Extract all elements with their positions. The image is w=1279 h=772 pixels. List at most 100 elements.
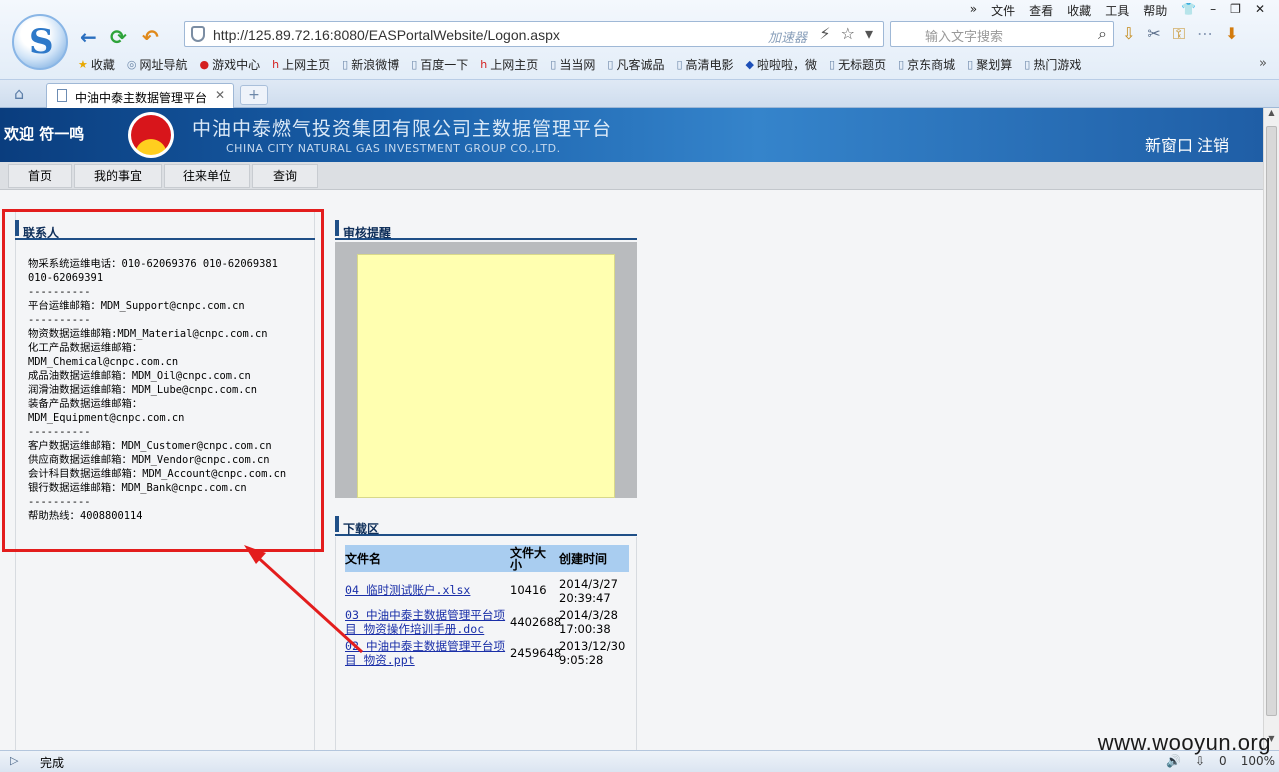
restore-icon[interactable]: ❐: [1230, 2, 1241, 19]
key-icon[interactable]: ⚿: [1173, 24, 1185, 44]
nav-query[interactable]: 查询: [252, 164, 318, 188]
menu-more-icon[interactable]: »: [970, 2, 977, 19]
column-header: 文件大小: [510, 546, 547, 572]
file-date: 2013/12/30 9:05:28: [559, 639, 626, 667]
review-content: [357, 254, 615, 498]
globe-icon: ◎: [126, 58, 137, 71]
review-panel: [335, 242, 637, 498]
file-link[interactable]: 02 中油中泰主数据管理平台项目 物资.ppt: [345, 639, 511, 667]
file-link[interactable]: 03 中油中泰主数据管理平台项目 物资操作培训手册.doc: [345, 608, 511, 636]
game-icon: ●: [199, 58, 210, 71]
browser-toolbar: » 文件 查看 收藏 工具 帮助 👕 – ❐ ✕ ← ⟳ ↶ http://12…: [0, 0, 1279, 80]
contact-line: ----------: [28, 314, 91, 326]
menu-favorites[interactable]: 收藏: [1067, 2, 1091, 19]
file-size: 2459648: [510, 646, 562, 660]
vertical-scrollbar[interactable]: ▲ ▼: [1263, 108, 1279, 750]
welcome-text: 欢迎 符一鸣: [4, 125, 85, 143]
contact-line: 010-62069391: [28, 272, 104, 284]
play-icon[interactable]: ▷: [10, 754, 18, 767]
menu-view[interactable]: 查看: [1029, 2, 1053, 19]
ellipsis-icon[interactable]: ⋯: [1197, 24, 1213, 44]
shield-icon: [191, 26, 205, 42]
shirt-icon[interactable]: 👕: [1181, 2, 1196, 19]
status-text: 完成: [40, 756, 65, 770]
page-icon: ▯: [342, 58, 349, 71]
watermark-text: www.wooyun.org: [1097, 730, 1271, 755]
new-tab-button[interactable]: +: [240, 85, 268, 105]
logout-link[interactable]: 注销: [1197, 132, 1229, 156]
nav-home[interactable]: 首页: [8, 164, 72, 188]
contact-line: 平台运维邮箱：MDM_Support@cnpc.com.cn: [28, 300, 245, 312]
menu-file[interactable]: 文件: [991, 2, 1015, 19]
minimize-icon[interactable]: –: [1210, 2, 1216, 19]
contact-line: 物资数据运维邮箱:MDM_Material@cnpc.com.cn: [28, 328, 268, 340]
fav-item[interactable]: ★ 收藏: [78, 56, 115, 73]
refresh-icon[interactable]: ⟳: [110, 25, 127, 49]
browser-logo-icon[interactable]: [12, 14, 68, 70]
file-date: 2014/3/28 17:00:38: [559, 608, 618, 636]
zoom-level[interactable]: 100%: [1241, 754, 1275, 768]
menu-bar: » 文件 查看 收藏 工具 帮助 👕 – ❐ ✕: [970, 2, 1265, 19]
page-icon: ▯: [898, 58, 905, 71]
page-icon: ▯: [676, 58, 683, 71]
fav-item[interactable]: ▯ 高清电影: [676, 56, 733, 73]
page-icon: ▯: [607, 58, 614, 71]
fav-item[interactable]: h 上网主页: [272, 56, 330, 73]
fav-item[interactable]: ▯ 当当网: [550, 56, 595, 73]
fav-item[interactable]: ▯ 无标题页: [829, 56, 886, 73]
scroll-thumb[interactable]: [1266, 126, 1277, 716]
home-icon[interactable]: ⌂: [14, 84, 24, 103]
fav-item[interactable]: ▯ 凡客诚品: [607, 56, 664, 73]
table-row: 03 中油中泰主数据管理平台项目 物资操作培训手册.doc 4402688 20…: [345, 608, 635, 638]
scissors-icon[interactable]: ✂: [1147, 24, 1160, 44]
star-icon[interactable]: ☆: [841, 24, 855, 43]
search-input[interactable]: 输入文字搜索 ⌕: [890, 21, 1114, 47]
fav-item[interactable]: ◆ 啦啦啦，微: [746, 56, 817, 73]
lightning-icon[interactable]: ⚡: [819, 24, 830, 43]
fav-item[interactable]: ▯ 百度一下: [411, 56, 468, 73]
address-url[interactable]: http://125.89.72.16:8080/EASPortalWebsit…: [213, 27, 560, 43]
fav-item[interactable]: ▯ 京东商城: [898, 56, 955, 73]
back-icon[interactable]: ←: [80, 25, 97, 49]
nav-my-tasks[interactable]: 我的事宜: [74, 164, 162, 188]
dropdown-arrow-icon[interactable]: ▾: [865, 24, 873, 43]
close-window-icon[interactable]: ✕: [1255, 2, 1265, 19]
contact-line: 装备产品数据运维邮箱：: [28, 398, 143, 410]
fav-item[interactable]: ● 游戏中心: [200, 56, 261, 73]
favorites-more-icon[interactable]: »: [1259, 56, 1267, 71]
scroll-up-icon[interactable]: ▲: [1264, 108, 1279, 124]
menu-tools[interactable]: 工具: [1105, 2, 1129, 19]
nav-partners[interactable]: 往来单位: [164, 164, 250, 188]
address-bar[interactable]: http://125.89.72.16:8080/EASPortalWebsit…: [184, 21, 884, 47]
downloads-table-header: 文件名 文件大小 创建时间: [345, 545, 629, 572]
review-heading: 审核提醒: [335, 220, 637, 240]
header-banner: 欢迎 符一鸣 中油中泰燃气投资集团有限公司主数据管理平台 CHINA CITY …: [0, 108, 1263, 162]
file-link[interactable]: 04 临时测试账户.xlsx: [345, 583, 511, 597]
page-icon: ▯: [411, 58, 418, 71]
fav-item[interactable]: ▯ 热门游戏: [1024, 56, 1081, 73]
download-box-icon[interactable]: ⇩: [1122, 24, 1135, 44]
undo-icon[interactable]: ↶: [142, 25, 159, 49]
fav-item[interactable]: ◎ 网址导航: [127, 56, 188, 73]
contact-line: MDM_Chemical@cnpc.com.cn: [28, 356, 179, 368]
new-window-link[interactable]: 新窗口: [1145, 132, 1193, 156]
download-status-icon[interactable]: ⇩: [1195, 754, 1205, 768]
close-tab-icon[interactable]: ✕: [215, 88, 225, 102]
search-icon[interactable]: ⌕: [1098, 24, 1107, 44]
accelerator-button[interactable]: 加速器: [768, 27, 807, 46]
contacts-heading: 联系人: [15, 220, 315, 240]
fav-item[interactable]: ▯ 聚划算: [967, 56, 1012, 73]
contact-line: 帮助热线：4008800114: [28, 510, 143, 522]
page-icon: ▯: [967, 58, 974, 71]
tab-active[interactable]: 中油中泰主数据管理平台 ✕: [46, 83, 234, 108]
download-arrow-icon[interactable]: ⬇: [1225, 24, 1238, 44]
fav-item[interactable]: h 上网主页: [480, 56, 538, 73]
main-nav: 首页 我的事宜 往来单位 查询: [0, 162, 1263, 190]
contact-line: 物采系统运维电话：010-62069376 010-62069381: [28, 258, 278, 270]
contact-line: ----------: [28, 426, 91, 438]
table-row: 04 临时测试账户.xlsx 10416 2014/3/27 20:39:47: [345, 577, 635, 607]
hao-icon: h: [272, 58, 280, 71]
menu-help[interactable]: 帮助: [1143, 2, 1167, 19]
fav-item[interactable]: ▯ 新浪微博: [342, 56, 399, 73]
volume-icon[interactable]: 🔊: [1166, 754, 1181, 768]
